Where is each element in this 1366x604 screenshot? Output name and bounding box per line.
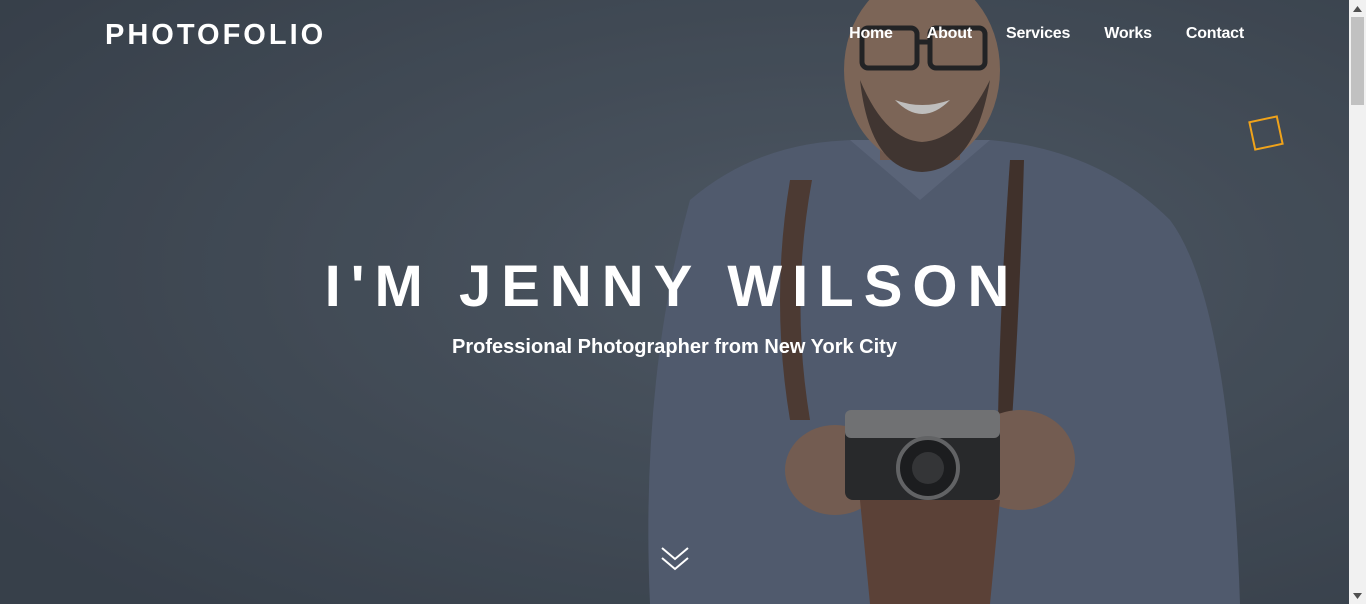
vertical-scrollbar[interactable]: [1349, 0, 1366, 604]
nav-link-contact[interactable]: Contact: [1186, 24, 1244, 44]
decorative-square: [1248, 115, 1284, 151]
scrollbar-thumb[interactable]: [1351, 17, 1364, 105]
brand-logo[interactable]: PHOTOFOLIO: [105, 18, 326, 52]
nav-link-services[interactable]: Services: [1006, 24, 1070, 44]
viewport: PHOTOFOLIO Home About Services Works Con…: [0, 0, 1366, 604]
nav-link-home[interactable]: Home: [849, 24, 893, 44]
hero-section: PHOTOFOLIO Home About Services Works Con…: [0, 0, 1349, 604]
hero-title: I'M JENNY WILSON: [324, 254, 1020, 319]
scroll-down-arrow-icon[interactable]: [1349, 587, 1366, 604]
nav-link-works[interactable]: Works: [1104, 24, 1152, 44]
double-chevron-down-icon[interactable]: [660, 544, 690, 574]
hero-subtitle: Professional Photographer from New York …: [452, 336, 897, 358]
scroll-up-arrow-icon[interactable]: [1349, 0, 1366, 17]
nav-link-about[interactable]: About: [927, 24, 972, 44]
main-nav: Home About Services Works Contact: [815, 24, 1244, 44]
